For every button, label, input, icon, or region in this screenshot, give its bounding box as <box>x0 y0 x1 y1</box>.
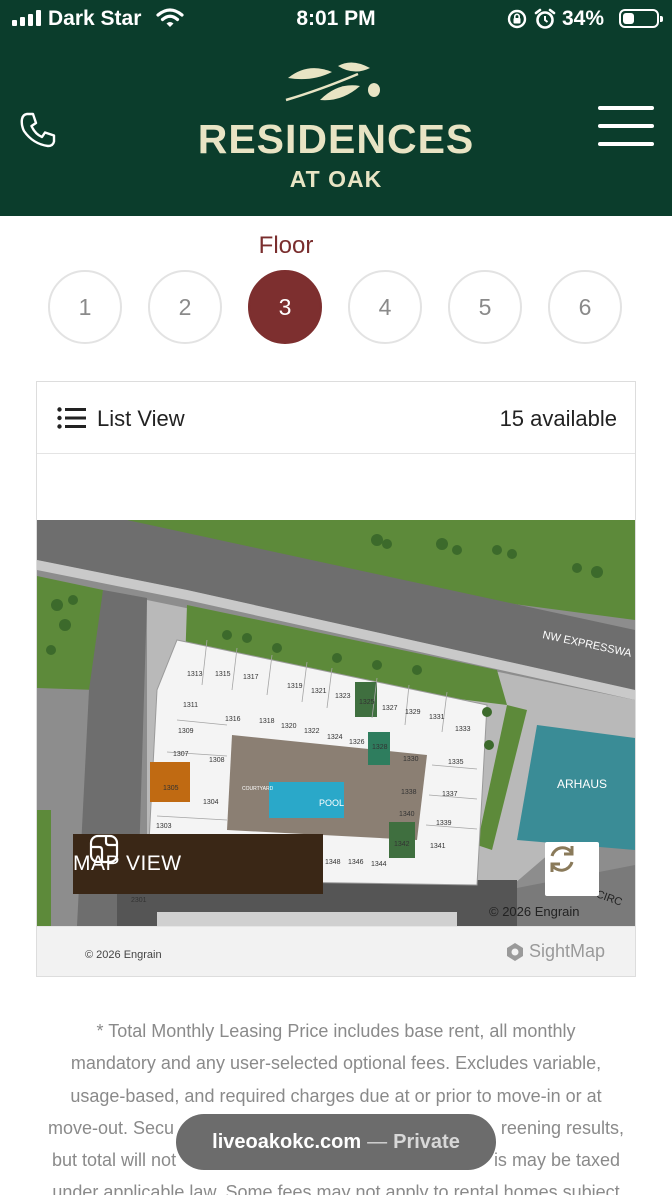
list-icon[interactable] <box>57 407 87 429</box>
disclaimer-fragment: reening results, <box>500 1117 624 1138</box>
disclaimer-line: * Total Monthly Leasing Price includes b… <box>96 1021 576 1041</box>
unit-1331[interactable]: 1331 <box>429 714 445 721</box>
unit-1340[interactable]: 1340 <box>399 811 415 818</box>
unit-1328[interactable]: 1328 <box>372 744 388 751</box>
unit-1320[interactable]: 1320 <box>281 723 297 730</box>
unit-1318[interactable]: 1318 <box>259 718 275 725</box>
unit-1337[interactable]: 1337 <box>442 791 458 798</box>
floor-button-6[interactable]: 6 <box>548 270 622 344</box>
refresh-icon <box>550 846 574 872</box>
unit-1307[interactable]: 1307 <box>173 751 189 758</box>
url-bar[interactable]: liveoakokc.com — Private <box>176 1114 496 1170</box>
menu-icon[interactable] <box>598 106 656 148</box>
floor-button-4[interactable]: 4 <box>348 270 422 344</box>
url-domain: liveoakokc.com <box>212 1130 362 1153</box>
battery-icon <box>619 9 663 28</box>
unit-1333[interactable]: 1333 <box>455 726 471 733</box>
unit-1309[interactable]: 1309 <box>178 728 194 735</box>
card-footer: © 2026 Engrain SightMap <box>37 926 635 976</box>
browsing-mode: Private <box>393 1130 460 1153</box>
unit-1319[interactable]: 1319 <box>287 683 303 690</box>
unit-1324[interactable]: 1324 <box>327 734 343 741</box>
status-bar: Dark Star 8:01 PM 34% <box>0 0 672 36</box>
unit-1330[interactable]: 1330 <box>403 756 419 763</box>
map-copyright: © 2026 Engrain <box>489 904 580 919</box>
disclaimer-line: mandatory and any user-selected optional… <box>70 1053 602 1074</box>
courtyard-label: COURTYARD <box>242 786 274 792</box>
unit-1348[interactable]: 1348 <box>325 859 341 866</box>
floor-button-1[interactable]: 1 <box>48 270 122 344</box>
sightmap-label: SightMap <box>528 941 605 961</box>
rotation-lock-icon <box>507 9 527 29</box>
disclaimer-fragment: but total will not <box>52 1150 177 1171</box>
sightmap-logo: SightMap <box>505 941 605 962</box>
pool-label: POOL <box>319 798 344 808</box>
unit-1339[interactable]: 1339 <box>436 820 452 827</box>
floor-button-2[interactable]: 2 <box>148 270 222 344</box>
brand-name: RESIDENCES <box>197 116 475 162</box>
disclaimer-line: usage-based, and required charges due at… <box>70 1085 602 1106</box>
unit-1323[interactable]: 1323 <box>335 693 351 700</box>
brand-subtitle: AT OAK <box>289 166 383 192</box>
refresh-button[interactable] <box>545 842 599 896</box>
footer-copyright: © 2026 Engrain <box>85 949 162 961</box>
site-map[interactable]: ARHAUS NW EXPRESSWA OD CIRC POOL COURTYA… <box>37 520 635 926</box>
sightmap-card: List View 15 available ARHAUS NW EXPRESS… <box>36 381 636 977</box>
battery-percent: 34% <box>562 7 605 30</box>
unit-1338[interactable]: 1338 <box>401 789 417 796</box>
floor-label: Floor <box>258 232 314 259</box>
url-separator: — <box>367 1130 388 1153</box>
disclaimer-fragment: is may be taxed <box>493 1150 620 1171</box>
available-count: 15 available <box>499 406 617 431</box>
unit-1316[interactable]: 1316 <box>225 716 241 723</box>
unit-1317[interactable]: 1317 <box>243 674 259 681</box>
site-header: RESIDENCES AT OAK <box>0 36 672 216</box>
unit-1315[interactable]: 1315 <box>215 671 231 678</box>
unit-1335[interactable]: 1335 <box>448 759 464 766</box>
alarm-icon <box>534 8 556 29</box>
disclaimer-fragment: move-out. Secu <box>48 1117 175 1138</box>
unit-1344[interactable]: 1344 <box>371 861 387 868</box>
list-view-button[interactable]: List View <box>97 406 185 432</box>
unit-1321[interactable]: 1321 <box>311 688 327 695</box>
oak-leaf-logo-icon <box>285 62 381 102</box>
unit-1325[interactable]: 1325 <box>359 699 375 706</box>
unit-1326[interactable]: 1326 <box>349 739 365 746</box>
unit-1341[interactable]: 1341 <box>430 843 446 850</box>
map-view-button[interactable]: MAP VIEW <box>73 834 323 894</box>
unit-1305[interactable]: 1305 <box>163 785 179 792</box>
unit-1303[interactable]: 1303 <box>156 823 172 830</box>
unit-1329[interactable]: 1329 <box>405 709 421 716</box>
disclaimer-line: under applicable law. Some fees may not … <box>52 1182 620 1195</box>
unit-1322[interactable]: 1322 <box>304 728 320 735</box>
unit-1304[interactable]: 1304 <box>203 799 219 806</box>
unit-1342[interactable]: 1342 <box>394 841 410 848</box>
unit-1327[interactable]: 1327 <box>382 705 398 712</box>
unit-1346[interactable]: 1346 <box>348 859 364 866</box>
floor-button-5[interactable]: 5 <box>448 270 522 344</box>
battery-fill <box>623 13 634 24</box>
store-label: ARHAUS <box>557 777 607 791</box>
unit-1308[interactable]: 1308 <box>209 757 225 764</box>
unit-2301[interactable]: 2301 <box>131 897 147 904</box>
sightmap-icon <box>506 942 523 961</box>
unit-1311[interactable]: 1311 <box>183 702 198 709</box>
card-header: List View 15 available <box>37 382 635 454</box>
unit-1313[interactable]: 1313 <box>187 671 203 678</box>
floor-button-3[interactable]: 3 <box>248 270 322 344</box>
map-view-icon <box>89 834 119 864</box>
